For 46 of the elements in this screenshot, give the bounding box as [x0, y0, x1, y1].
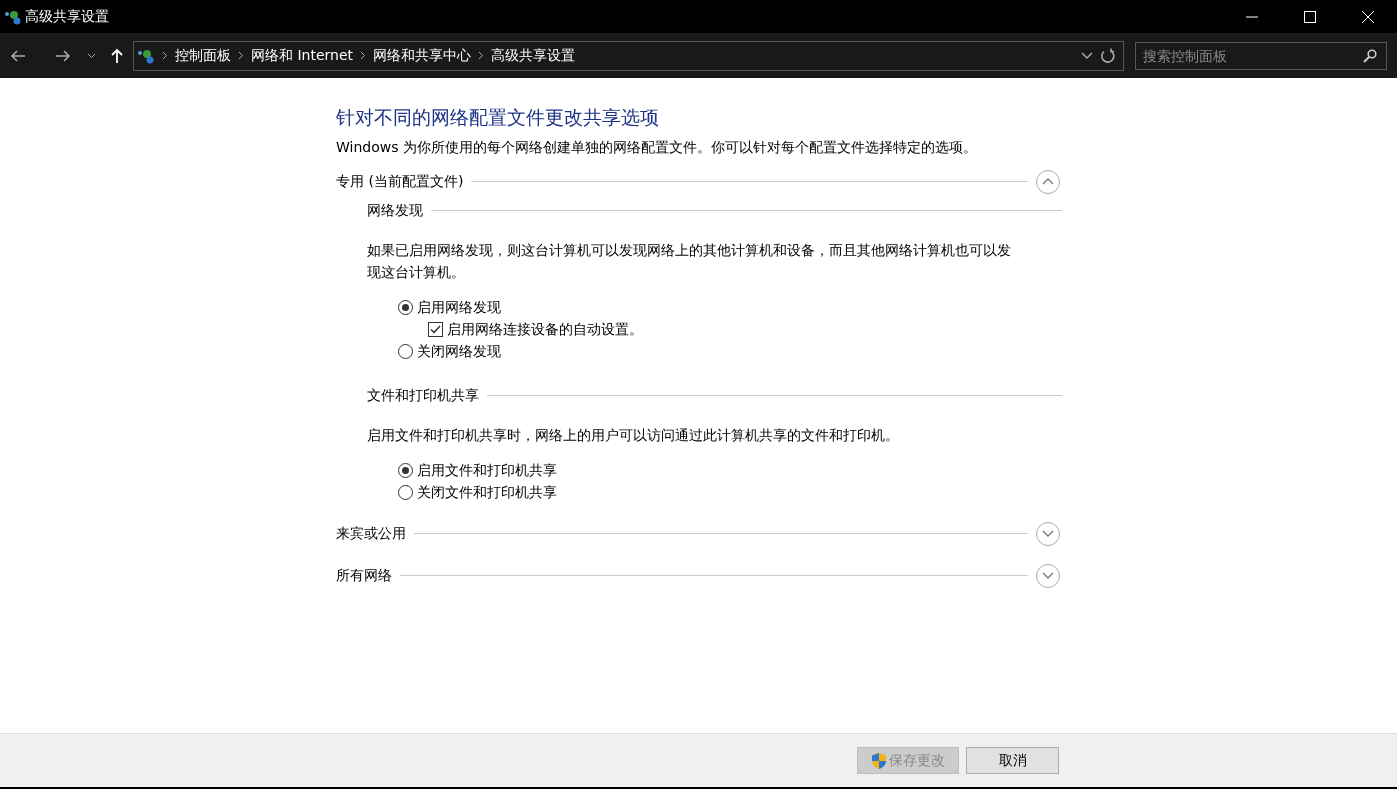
- radio-label[interactable]: 关闭文件和打印机共享: [417, 482, 557, 504]
- radio-label[interactable]: 关闭网络发现: [417, 341, 501, 363]
- minimize-icon[interactable]: [1246, 15, 1258, 18]
- checkbox-label[interactable]: 启用网络连接设备的自动设置。: [447, 319, 643, 341]
- forward-arrow-icon[interactable]: [55, 49, 71, 62]
- radio-label[interactable]: 启用文件和打印机共享: [417, 460, 557, 482]
- chevron-icon: [238, 51, 244, 60]
- caret-down-icon: [1042, 572, 1054, 580]
- breadcrumb-link[interactable]: 高级共享设置: [491, 45, 576, 66]
- maximize-icon[interactable]: [1304, 10, 1316, 23]
- profile-title: 来宾或公用: [336, 524, 406, 544]
- cancel-button[interactable]: 取消: [966, 747, 1059, 774]
- checkbox[interactable]: [428, 322, 443, 338]
- caret-up-icon: [1042, 178, 1054, 186]
- breadcrumb-link[interactable]: 控制面板: [175, 45, 231, 66]
- window-title: 高级共享设置: [25, 7, 109, 26]
- section-title: 网络发现: [367, 200, 423, 220]
- breadcrumb-link[interactable]: 网络和共享中心: [373, 45, 472, 66]
- radio-button[interactable]: [398, 485, 413, 501]
- description-text: 启用文件和打印机共享时，网络上的用户可以访问通过此计算机共享的文件和打印机。: [366, 425, 900, 445]
- caret-down-icon: [1042, 530, 1054, 538]
- dropdown-icon[interactable]: [86, 52, 96, 59]
- breadcrumb-link[interactable]: 网络和 Internet: [251, 45, 354, 66]
- network-icon: [137, 47, 155, 64]
- page-heading: 针对不同的网络配置文件更改共享选项: [336, 106, 660, 129]
- chevron-icon: [478, 51, 485, 60]
- intro-text: Windows 为你所使用的每个网络创建单独的网络配置文件。你可以针对每个配置文件选择特定的选项。: [336, 137, 978, 157]
- profile-title: 专用 (当前配置文件): [336, 172, 464, 192]
- address-bar[interactable]: 控制面板 网络和 Internet 网络和共享中心 高级共享设置: [132, 40, 1124, 71]
- up-arrow-icon[interactable]: [111, 48, 123, 63]
- description-text: 如果已启用网络发现，则这台计算机可以发现网络上的其他计算机和设备，而且其他网络计算机也可以发现这台计算机。: [366, 240, 1012, 282]
- radio-label[interactable]: 启用网络发现: [417, 297, 501, 319]
- network-icon: [3, 8, 22, 25]
- section-title: 文件和打印机共享: [367, 385, 479, 405]
- search-icon[interactable]: [1362, 48, 1377, 63]
- back-arrow-icon[interactable]: [9, 49, 26, 62]
- radio-button[interactable]: [398, 463, 413, 479]
- dropdown-icon[interactable]: [1081, 51, 1093, 60]
- chevron-icon: [162, 51, 168, 60]
- radio-button[interactable]: [398, 344, 413, 360]
- radio-button[interactable]: [398, 300, 413, 316]
- chevron-icon: [360, 51, 367, 60]
- search-field[interactable]: 搜索控制面板: [1134, 41, 1387, 70]
- close-icon[interactable]: [1362, 10, 1374, 23]
- profile-title: 所有网络: [336, 566, 392, 586]
- refresh-icon[interactable]: [1100, 47, 1116, 64]
